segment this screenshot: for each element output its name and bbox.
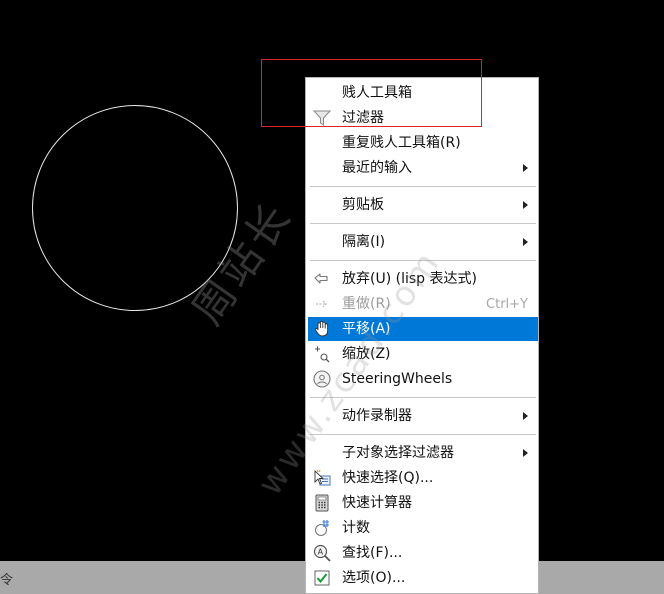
menu-item-quick-calculator[interactable]: 快速计算器 <box>308 491 538 515</box>
menu-item-label: 动作录制器 <box>342 408 412 424</box>
zoom-icon <box>315 346 330 363</box>
svg-text:A: A <box>318 548 324 557</box>
menu-separator <box>310 434 536 435</box>
menu-item-quick-select[interactable]: 快速选择(Q)... <box>308 466 538 490</box>
context-menu: 贱人工具箱 过滤器 重复贱人工具箱(R) 最近的输入 剪贴板 隔离(I) 放弃(… <box>305 77 539 594</box>
submenu-arrow-icon <box>523 412 528 420</box>
menu-item-label: 计数 <box>342 520 370 536</box>
menu-item-label: 重复贱人工具箱(R) <box>342 135 461 151</box>
menu-item-label: 快速计算器 <box>342 495 412 511</box>
menu-separator <box>310 186 536 187</box>
find-icon: A <box>313 544 331 562</box>
menu-item-shortcut: Ctrl+Y <box>486 297 528 312</box>
annotation-highlight-box <box>261 59 482 127</box>
menu-item-count[interactable]: 计数 <box>308 516 538 540</box>
menu-item-pan[interactable]: 平移(A) <box>308 317 538 341</box>
menu-item-label: 隔离(I) <box>342 234 386 250</box>
calculator-icon <box>315 494 329 512</box>
menu-item-subobject-filter[interactable]: 子对象选择过滤器 <box>308 441 538 465</box>
options-check-icon <box>314 570 330 586</box>
submenu-arrow-icon <box>523 238 528 246</box>
menu-separator <box>310 223 536 224</box>
status-bar-text: 令 <box>0 573 14 588</box>
menu-item-clipboard[interactable]: 剪贴板 <box>308 193 538 217</box>
menu-item-options[interactable]: 选项(O)... <box>308 566 538 590</box>
redo-icon <box>316 300 327 308</box>
submenu-arrow-icon <box>523 201 528 209</box>
menu-item-find[interactable]: A 查找(F)... <box>308 541 538 565</box>
menu-item-label: 查找(F)... <box>342 545 403 561</box>
pan-hand-icon <box>315 320 329 337</box>
menu-item-label: 剪贴板 <box>342 197 384 213</box>
undo-icon <box>314 273 328 284</box>
submenu-arrow-icon <box>523 164 528 172</box>
menu-item-label: 选项(O)... <box>342 570 406 586</box>
count-icon <box>314 520 329 537</box>
menu-item-label: 子对象选择过滤器 <box>342 445 454 461</box>
menu-item-repeat-toolbox[interactable]: 重复贱人工具箱(R) <box>308 131 538 155</box>
menu-item-label: 快速选择(Q)... <box>342 470 434 486</box>
menu-item-recent-input[interactable]: 最近的输入 <box>308 156 538 180</box>
quick-select-icon <box>314 469 331 486</box>
submenu-arrow-icon <box>523 449 528 457</box>
menu-item-label: 最近的输入 <box>342 160 412 176</box>
